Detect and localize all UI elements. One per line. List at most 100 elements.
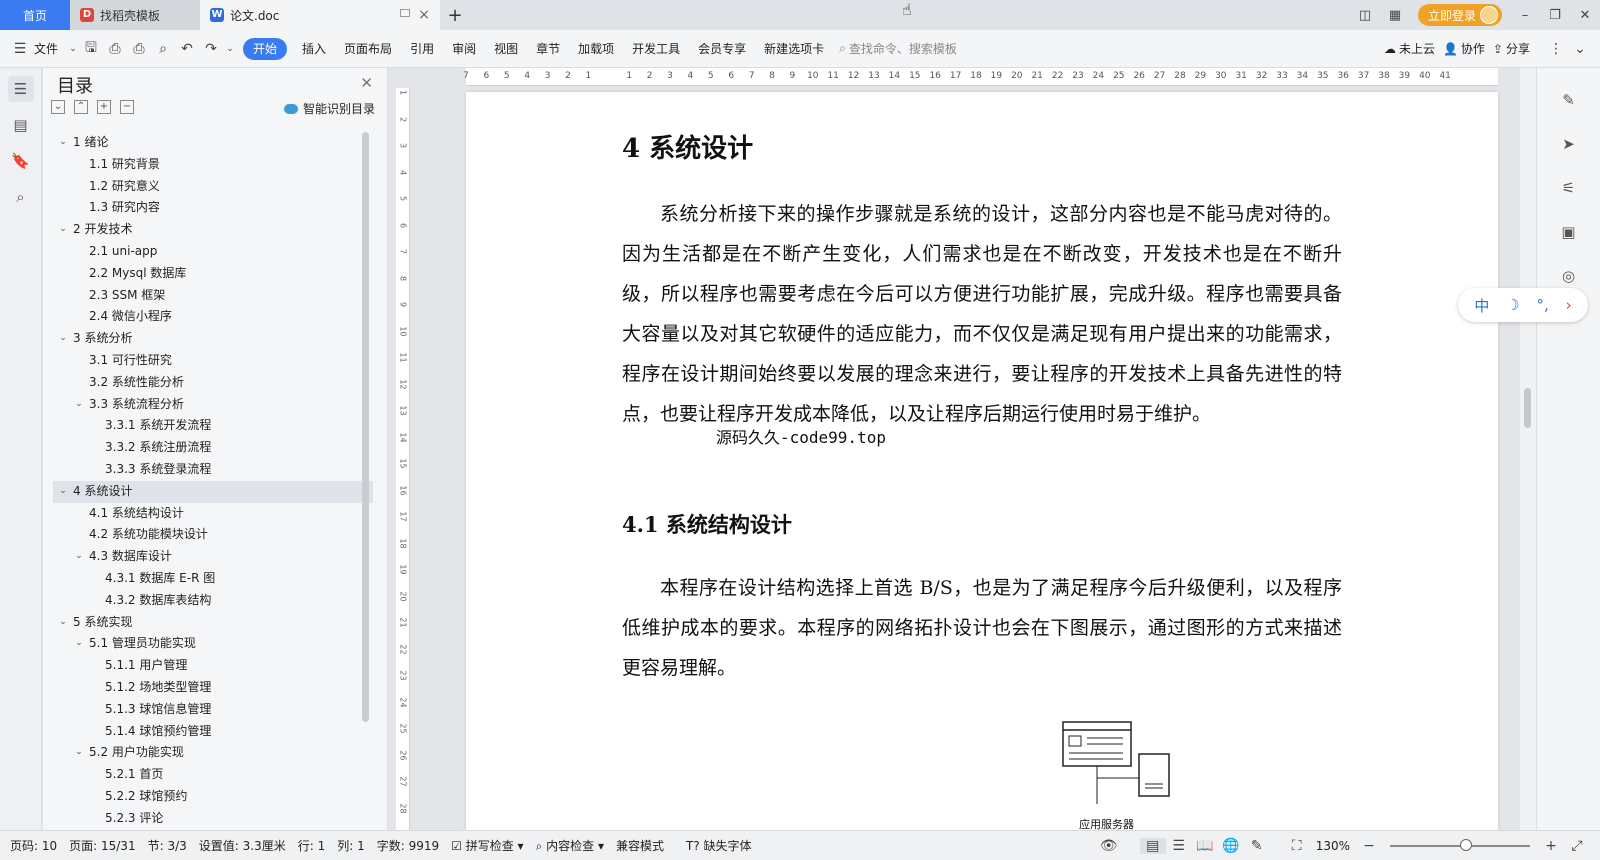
toc-item[interactable]: 5.2.2 球馆预约	[53, 786, 373, 808]
cloud-button[interactable]: 未上云	[1399, 38, 1443, 60]
chevron-down-icon[interactable]: ⌄	[57, 481, 69, 503]
zoom-slider[interactable]	[1390, 839, 1530, 851]
toc-item[interactable]: ⌄ 5 系统实现	[53, 612, 373, 634]
chevron-down-icon[interactable]: ⌄	[57, 132, 69, 154]
tab-member[interactable]: 会员专享	[689, 38, 755, 60]
punctuation-icon[interactable]: °,	[1537, 296, 1549, 314]
pin-tab-icon[interactable]	[400, 9, 410, 17]
toc-item[interactable]: 3.2 系统性能分析	[53, 372, 373, 394]
chapter-nav-icon[interactable]: ▤	[8, 112, 34, 138]
fullscreen-icon[interactable]: ⤢	[1564, 838, 1590, 854]
tab-devtools[interactable]: 开发工具	[623, 38, 689, 60]
menu-icon[interactable]: ☰	[8, 38, 32, 60]
login-button[interactable]: 立即登录	[1417, 4, 1502, 26]
fit-page-icon[interactable]: ⛶	[1284, 838, 1310, 854]
toc-item[interactable]: ⌄ 5.2 用户功能实现	[53, 742, 373, 764]
toc-item[interactable]: 2.3 SSM 框架	[53, 285, 373, 307]
toc-item[interactable]: 5.2.1 首页	[53, 764, 373, 786]
pen-icon[interactable]: ✎	[1557, 88, 1581, 112]
close-window-icon[interactable]: ✕	[1570, 8, 1600, 23]
web-view-icon[interactable]: 🌐	[1218, 838, 1244, 854]
select-cursor-icon[interactable]: ➤	[1557, 132, 1581, 156]
tab-view[interactable]: 视图	[485, 38, 527, 60]
document-scrollbar[interactable]	[1520, 68, 1536, 830]
toc-item[interactable]: 4.2 系统功能模块设计	[53, 524, 373, 546]
command-search[interactable]: ⌕ 查找命令、搜索模板	[839, 40, 957, 57]
outline-view-icon[interactable]: ☰	[1166, 838, 1192, 854]
status-words[interactable]: 字数: 9919	[371, 837, 445, 854]
share-button[interactable]: 分享	[1506, 38, 1544, 60]
status-section[interactable]: 节: 3/3	[142, 837, 193, 854]
toc-item[interactable]: 5.1.1 用户管理	[53, 655, 373, 677]
collapse-all-icon[interactable]: ⌃	[74, 100, 88, 114]
print-icon[interactable]: ⎙	[127, 38, 151, 60]
undo-icon[interactable]: ↶	[175, 38, 199, 60]
toc-item[interactable]: 5.1.3 球馆信息管理	[53, 699, 373, 721]
toc-item[interactable]: 2.1 uni-app	[53, 241, 373, 263]
location-icon[interactable]: ◎	[1557, 264, 1581, 288]
file-menu[interactable]: 文件	[32, 38, 67, 60]
chevron-down-icon[interactable]: ⌄	[57, 219, 69, 241]
toc-item[interactable]: 3.3.1 系统开发流程	[53, 415, 373, 437]
page-view-icon[interactable]: ▤	[1139, 838, 1166, 854]
chevron-down-icon[interactable]: ⌄	[73, 742, 85, 764]
tab-home[interactable]: 首页	[0, 0, 70, 30]
toc-item[interactable]: 3.1 可行性研究	[53, 350, 373, 372]
toc-item[interactable]: 2.4 微信小程序	[53, 306, 373, 328]
tab-reference[interactable]: 引用	[401, 38, 443, 60]
compat-mode[interactable]: 兼容模式	[610, 837, 670, 854]
zoom-slider-knob[interactable]	[1460, 839, 1472, 851]
toc-item[interactable]: ⌄ 2 开发技术	[53, 219, 373, 241]
status-page-code[interactable]: 页码: 10	[0, 837, 63, 854]
toc-item[interactable]: 1.1 研究背景	[53, 154, 373, 176]
apps-grid-icon[interactable]: ▦	[1380, 8, 1410, 23]
toc-scrollbar[interactable]	[362, 132, 369, 722]
zoom-in-icon[interactable]: +	[1538, 838, 1564, 854]
toc-item[interactable]: ⌄ 3.3 系统流程分析	[53, 394, 373, 416]
new-tab-button[interactable]: +	[440, 0, 470, 30]
tab-insert[interactable]: 插入	[293, 38, 335, 60]
toc-item[interactable]: 4.3.2 数据库表结构	[53, 590, 373, 612]
save-icon[interactable]: 🖫	[79, 38, 103, 60]
toc-item[interactable]: 3.3.2 系统注册流程	[53, 437, 373, 459]
chevron-down-icon[interactable]: ⌄	[73, 633, 85, 655]
ime-lang[interactable]: 中	[1474, 295, 1489, 316]
tab-review[interactable]: 审阅	[443, 38, 485, 60]
chevron-down-icon[interactable]: ⌄	[67, 38, 79, 60]
print-preview-icon[interactable]: ⌕	[151, 38, 175, 60]
tab-new-tab[interactable]: 新建选项卡	[755, 38, 833, 60]
toc-item[interactable]: ⌄ 4 系统设计	[53, 480, 373, 503]
bookmark-icon[interactable]: 🔖	[8, 148, 34, 174]
smart-toc-button[interactable]: 智能识别目录	[283, 100, 375, 117]
toc-item[interactable]: 3.3.3 系统登录流程	[53, 459, 373, 481]
more-chevron-icon[interactable]: ⌄	[223, 38, 237, 60]
toc-item[interactable]: 2.2 Mysql 数据库	[53, 263, 373, 285]
tab-chapter[interactable]: 章节	[527, 38, 569, 60]
scroll-thumb[interactable]	[1524, 388, 1531, 428]
eye-protect-icon[interactable]: 👁	[1096, 838, 1122, 854]
reading-view-icon[interactable]: 📖	[1192, 838, 1218, 854]
status-row[interactable]: 行: 1	[292, 837, 332, 854]
toc-panel-icon[interactable]: ☰	[7, 76, 34, 102]
toc-item[interactable]: 5.1.4 球馆预约管理	[53, 721, 373, 743]
spell-check-button[interactable]: ☑ 拼写检查 ▾	[445, 837, 529, 854]
close-icon[interactable]: ✕	[360, 74, 373, 92]
chevron-right-icon[interactable]: ›	[1566, 296, 1572, 314]
toc-item[interactable]: 1.3 研究内容	[53, 197, 373, 219]
restore-icon[interactable]: ❐	[1540, 8, 1570, 23]
zoom-out-icon[interactable]: −	[1356, 838, 1382, 854]
redo-icon[interactable]: ↷	[199, 38, 223, 60]
image-tool-icon[interactable]: ▣	[1557, 220, 1581, 244]
toc-item[interactable]: 5.1.2 场地类型管理	[53, 677, 373, 699]
ime-toolbar[interactable]: 中 ☽ °, ›	[1458, 288, 1588, 322]
more-icon[interactable]: ⋮	[1544, 38, 1568, 60]
collab-button[interactable]: 协作	[1461, 38, 1493, 60]
chevron-down-icon[interactable]: ⌄	[57, 612, 69, 634]
status-setting[interactable]: 设置值: 3.3厘米	[193, 837, 292, 854]
zoom-level[interactable]: 130%	[1310, 839, 1356, 853]
chevron-down-icon[interactable]: ⌄	[73, 394, 85, 416]
vertical-ruler[interactable]: 1 2 3 4 5 6 7 8 9 10 11 12 13 14 15 16 17 18 19 20 21 22 23 24 2…	[396, 88, 410, 830]
toc-item[interactable]: ⌄ 1 绪论	[53, 132, 373, 154]
find-icon[interactable]: ⌕	[8, 184, 34, 210]
write-view-icon[interactable]: ✎	[1244, 838, 1270, 854]
